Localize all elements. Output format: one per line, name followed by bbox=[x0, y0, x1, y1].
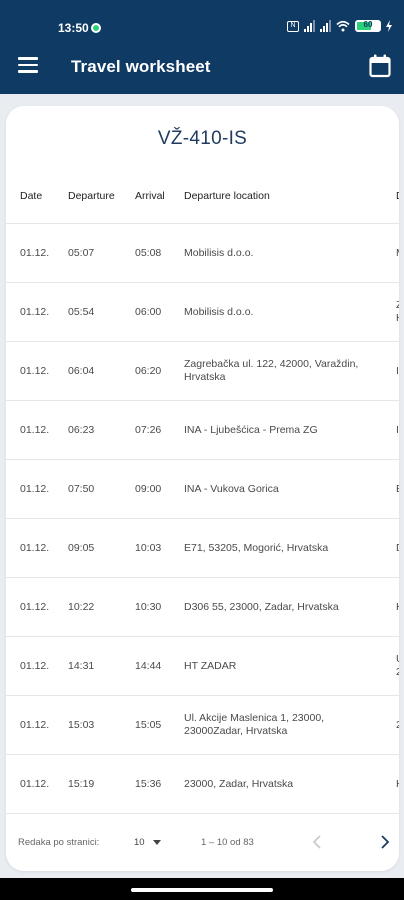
cell-arrival: 14:44 bbox=[135, 660, 162, 672]
cell-departure-location: Zagrebačka ul. 122, 42000, Varaždin, Hrv… bbox=[184, 358, 359, 383]
worksheet-card: VŽ-410-IS Date Departure Arrival Departu… bbox=[6, 106, 399, 871]
cell-partial: I bbox=[396, 365, 399, 377]
table-row[interactable]: 01.12. 15:03 15:05 Ul. Akcije Maslenica 1, … bbox=[6, 696, 399, 755]
cell-arrival: 06:00 bbox=[135, 306, 162, 318]
pagination: Redaka po stranici: 10 1 – 10 od 83 bbox=[6, 820, 399, 864]
calendar-icon[interactable] bbox=[369, 54, 391, 78]
cell-departure: 05:54 bbox=[68, 306, 95, 318]
table-row[interactable]: 01.12. 05:07 05:08 Mobilisis d.o.o. M bbox=[6, 224, 399, 283]
cell-date: 01.12. bbox=[20, 365, 50, 377]
cell-partial: 2 bbox=[396, 719, 399, 731]
cell-departure: 05:07 bbox=[68, 247, 95, 259]
chevron-left-icon[interactable] bbox=[309, 832, 325, 852]
cell-date: 01.12. bbox=[20, 424, 50, 436]
charging-bolt-icon bbox=[386, 20, 392, 32]
trips-table: Date Departure Arrival Departure locatio… bbox=[6, 169, 399, 814]
cell-departure-location: Ul. Akcije Maslenica 1, 23000, 23000Zada… bbox=[184, 712, 325, 737]
cell-date: 01.12. bbox=[20, 660, 50, 672]
wifi-icon bbox=[336, 20, 350, 32]
page-range: 1 – 10 od 83 bbox=[201, 837, 254, 848]
cell-date: 01.12. bbox=[20, 542, 50, 554]
system-nav-bar bbox=[0, 878, 404, 900]
column-header-departure-location[interactable]: Departure location bbox=[184, 190, 384, 202]
column-header-partial[interactable]: D bbox=[396, 190, 399, 202]
cell-partial: M bbox=[396, 247, 399, 260]
vehicle-plate: VŽ-410-IS bbox=[157, 128, 248, 149]
cell-partial: E bbox=[396, 483, 399, 496]
cell-arrival: 06:20 bbox=[135, 365, 162, 377]
signal-1-icon bbox=[304, 20, 315, 32]
hamburger-menu-icon[interactable] bbox=[18, 57, 38, 73]
cell-partial: U 2 bbox=[396, 653, 399, 678]
cell-partial: I bbox=[396, 424, 399, 436]
rows-per-page-select[interactable]: 10 bbox=[134, 833, 166, 851]
cell-partial: H bbox=[396, 778, 399, 791]
column-header-arrival[interactable]: Arrival bbox=[135, 190, 165, 202]
cell-departure-location: Mobilisis d.o.o. bbox=[184, 306, 254, 318]
cell-partial: Z H bbox=[396, 299, 399, 325]
status-bar: 13:50 N 60 bbox=[0, 0, 404, 38]
cell-departure: 10:22 bbox=[68, 601, 95, 613]
nfc-icon: N bbox=[287, 20, 299, 32]
column-header-departure[interactable]: Departure bbox=[68, 190, 115, 202]
cell-arrival: 09:00 bbox=[135, 483, 162, 495]
cell-date: 01.12. bbox=[20, 247, 50, 259]
cell-departure: 06:23 bbox=[68, 424, 95, 436]
cell-departure-location: INA - Ljubešćica - Prema ZG bbox=[184, 424, 318, 436]
cell-departure-location: D306 55, 23000, Zadar, Hrvatska bbox=[184, 601, 339, 613]
cell-arrival: 05:08 bbox=[135, 247, 162, 259]
table-body: 01.12.05:0705:08Mobilisis d.o.o.M01.12.0… bbox=[6, 224, 399, 814]
location-indicator-icon bbox=[91, 23, 101, 33]
cell-arrival: 10:03 bbox=[135, 542, 162, 554]
cell-departure: 14:31 bbox=[68, 660, 95, 672]
table-row[interactable]: 01.12. 09:05 10:03 E71, 53205, Mogorić, Hrv… bbox=[6, 519, 399, 578]
cell-arrival: 15:36 bbox=[135, 778, 162, 790]
rows-per-page-value: 10 bbox=[134, 836, 145, 848]
rows-per-page-label: Redaka po stranici: bbox=[18, 837, 100, 848]
cell-partial: D bbox=[396, 542, 399, 555]
cell-departure: 15:19 bbox=[68, 778, 95, 790]
table-row[interactable]: 01.12. 06:23 07:26 INA - Ljubešćica - Prema… bbox=[6, 401, 399, 460]
table-header: Date Departure Arrival Departure locatio… bbox=[6, 169, 399, 224]
cell-arrival: 07:26 bbox=[135, 424, 162, 436]
cell-date: 01.12. bbox=[20, 719, 50, 731]
table-row[interactable]: 01.12. 10:22 10:30 D306 55, 23000, Zadar, H… bbox=[6, 578, 399, 637]
page-title: Travel worksheet bbox=[71, 57, 211, 76]
cell-date: 01.12. bbox=[20, 778, 50, 790]
cell-date: 01.12. bbox=[20, 306, 50, 318]
status-time: 13:50 bbox=[58, 21, 89, 35]
column-header-date[interactable]: Date bbox=[20, 190, 42, 202]
app-bar: Travel worksheet bbox=[0, 38, 404, 94]
battery-level: 60 bbox=[363, 20, 373, 29]
cell-partial: H bbox=[396, 601, 399, 614]
cell-arrival: 10:30 bbox=[135, 601, 162, 613]
cell-arrival: 15:05 bbox=[135, 719, 162, 731]
cell-departure: 09:05 bbox=[68, 542, 95, 554]
cell-date: 01.12. bbox=[20, 601, 50, 613]
table-row[interactable]: 01.12. 15:19 15:36 23000, Zadar, Hrvatska H bbox=[6, 755, 399, 814]
chevron-right-icon[interactable] bbox=[377, 832, 393, 852]
signal-2-icon bbox=[320, 20, 331, 32]
table-row[interactable]: 01.12. 06:04 06:20 Zagrebačka ul. 122, 4200… bbox=[6, 342, 399, 401]
caret-down-icon bbox=[152, 839, 161, 845]
status-icons: N 60 bbox=[287, 19, 392, 33]
table-row[interactable]: 01.12. 07:50 09:00 INA - Vukova Gorica E bbox=[6, 460, 399, 519]
cell-departure: 06:04 bbox=[68, 365, 95, 377]
cell-departure-location: HT ZADAR bbox=[184, 660, 237, 672]
table-row[interactable]: 01.12. 14:31 14:44 HT ZADAR U 2 bbox=[6, 637, 399, 696]
cell-departure-location: E71, 53205, Mogorić, Hrvatska bbox=[184, 542, 329, 554]
cell-departure: 15:03 bbox=[68, 719, 95, 731]
battery-icon: 60 bbox=[355, 20, 381, 32]
cell-departure-location: Mobilisis d.o.o. bbox=[184, 247, 254, 259]
cell-date: 01.12. bbox=[20, 483, 50, 495]
home-gesture-handle[interactable] bbox=[131, 888, 273, 892]
table-row[interactable]: 01.12. 05:54 06:00 Mobilisis d.o.o. Z H bbox=[6, 283, 399, 342]
cell-departure: 07:50 bbox=[68, 483, 95, 495]
cell-departure-location: INA - Vukova Gorica bbox=[184, 483, 279, 495]
cell-departure-location: 23000, Zadar, Hrvatska bbox=[184, 778, 294, 790]
